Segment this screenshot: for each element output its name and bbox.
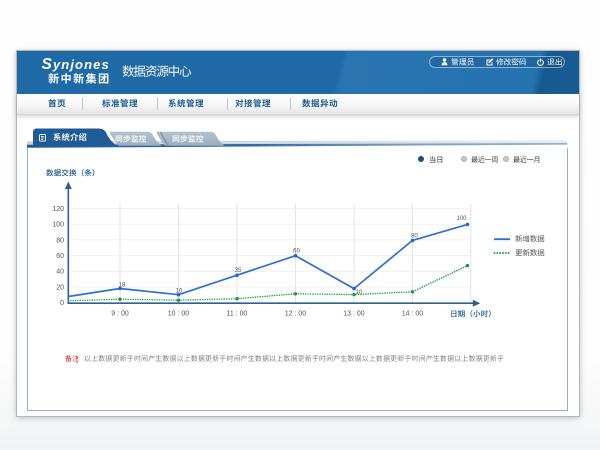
svg-text:40: 40	[56, 269, 64, 276]
svg-text:35: 35	[235, 268, 242, 274]
svg-text:18: 18	[119, 282, 126, 288]
svg-text:120: 120	[52, 206, 64, 213]
svg-text:100: 100	[52, 222, 64, 229]
svg-text:10: 10	[176, 288, 183, 294]
svg-text:80: 80	[411, 233, 418, 239]
svg-text:13 : 00: 13 : 00	[343, 310, 365, 317]
svg-text:60: 60	[293, 248, 300, 254]
svg-text:20: 20	[56, 284, 64, 291]
svg-text:60: 60	[56, 253, 64, 260]
svg-text:100: 100	[456, 216, 467, 222]
svg-text:80: 80	[56, 237, 64, 244]
svg-text:12 : 00: 12 : 00	[285, 310, 307, 317]
svg-text:14 : 00: 14 : 00	[402, 310, 424, 317]
svg-text:10 : 00: 10 : 00	[168, 310, 190, 317]
svg-text:10: 10	[356, 290, 363, 296]
svg-text:11 : 00: 11 : 00	[227, 310, 248, 317]
svg-text:0: 0	[60, 300, 64, 307]
svg-text:9 : 00: 9 : 00	[111, 310, 129, 317]
